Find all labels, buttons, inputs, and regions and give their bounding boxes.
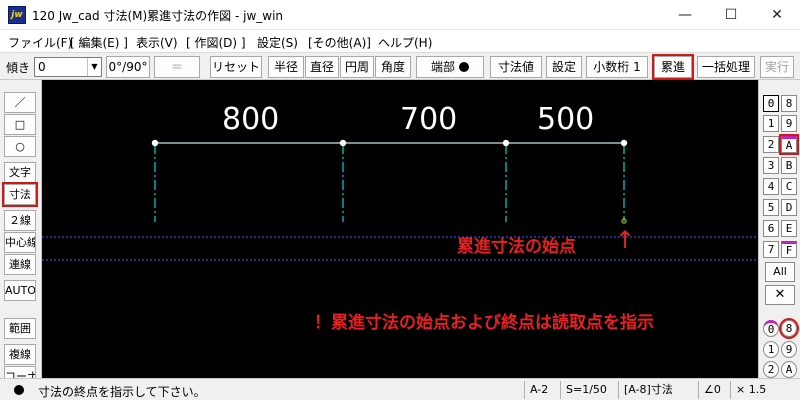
layer-group-0-button[interactable]: 0 [763, 95, 779, 112]
dimension-settings-button[interactable]: 設定 [546, 56, 582, 78]
circumference-button[interactable]: 円周 [340, 56, 374, 78]
toolbar: 傾き 0 ▼ 0°/90° ＝ リセット 半径 直径 円周 角度 端部 寸法値 … [0, 52, 800, 80]
layer-group-7-button[interactable]: 7 [763, 241, 779, 258]
layer-bottom-8-button[interactable]: 8 [779, 318, 799, 339]
menu-draw[interactable]: [ 作図(D) ] [186, 34, 246, 51]
center-line-tool-button[interactable]: 中心線 [4, 232, 36, 253]
status-message: 寸法の終点を指示して下さい。 [38, 385, 206, 399]
all-layers-button[interactable]: All [765, 262, 795, 282]
double-line-tool-button[interactable]: ２線 [4, 210, 36, 231]
decimal-places-button[interactable]: 小数桁 1 [586, 56, 648, 78]
dimension-value-button[interactable]: 寸法値 [490, 56, 542, 78]
layer-bottom-a-button[interactable]: A [781, 361, 797, 378]
layer-group-2-button[interactable]: 2 [763, 136, 779, 153]
layer-group-1-button[interactable]: 1 [763, 115, 779, 132]
batch-process-button[interactable]: 一括処理 [697, 56, 755, 78]
cumulative-button[interactable]: 累進 [652, 54, 694, 80]
diameter-button[interactable]: 直径 [305, 56, 339, 78]
left-tool-palette: ／ □ ○ 文字 寸法 ２線 中心線 連線 AUTO 範囲 複線 コーナー [0, 80, 42, 378]
layer-a-button[interactable]: A [779, 134, 799, 155]
layer-9-button[interactable]: 9 [781, 115, 797, 132]
instruction-note: ！累進寸法の始点および終点は読取点を指示 [314, 313, 654, 333]
menu-help[interactable]: ヘルプ(H) [378, 34, 432, 51]
status-bar: 寸法の終点を指示して下さい。 A-2 S=1/50 [A-8]寸法 ∠0 × 1… [0, 378, 800, 400]
guide-lines [42, 236, 758, 261]
chevron-down-icon: ▼ [87, 58, 101, 76]
close-icon[interactable]: ✕ [765, 285, 795, 305]
up-arrow-icon: ↑ [615, 226, 636, 254]
menu-settings[interactable]: 設定(S) [257, 34, 298, 51]
layer-c-button[interactable]: C [781, 178, 797, 195]
layer-e-button[interactable]: E [781, 220, 797, 237]
layer-f-button[interactable]: F [781, 241, 797, 258]
scale-cell[interactable]: S=1/50 [560, 381, 618, 399]
endpoint-button[interactable]: 端部 [416, 56, 484, 78]
menu-edit[interactable]: [ 編集(E) ] [70, 34, 128, 51]
connect-line-tool-button[interactable]: 連線 [4, 254, 36, 275]
line-tool-button[interactable]: ／ [4, 92, 36, 113]
text-tool-button[interactable]: 文字 [4, 162, 36, 183]
equal-button[interactable]: ＝ [154, 56, 200, 78]
layer-cell[interactable]: [A-8]寸法 [618, 381, 698, 399]
dimension-point-2 [339, 139, 347, 147]
extension-lines [154, 144, 625, 222]
corner-tool-button[interactable]: コーナー [4, 366, 36, 378]
menu-file[interactable]: ファイル(F) [8, 34, 72, 51]
tilt-value: 0 [38, 60, 46, 74]
dimension-label-2: 700 [400, 102, 458, 137]
execute-button[interactable]: 実行 [760, 56, 794, 78]
title-bar: jw 120 Jw_cad 寸法(M)累進寸法の作図 - jw_win — ☐ … [0, 0, 800, 30]
dimension-tool-button[interactable]: 寸法 [2, 182, 38, 207]
parallel-line-tool-button[interactable]: 複線 [4, 344, 36, 365]
layer-bottom-9-button[interactable]: 9 [781, 341, 797, 358]
menu-other[interactable]: [その他(A)] [308, 34, 371, 51]
radius-button[interactable]: 半径 [268, 56, 304, 78]
auto-mode-button[interactable]: AUTO [4, 280, 36, 301]
layer-group-bottom-0-button[interactable]: 0 [763, 320, 779, 337]
maximize-button[interactable]: ☐ [708, 0, 754, 30]
window-title: 120 Jw_cad 寸法(M)累進寸法の作図 - jw_win [32, 9, 284, 23]
layer-8-button[interactable]: 8 [781, 95, 797, 112]
angle-cell[interactable]: ∠0 [698, 381, 730, 399]
circle-tool-button[interactable]: ○ [4, 136, 36, 157]
dimension-point-4 [620, 139, 628, 147]
layer-d-button[interactable]: D [781, 199, 797, 216]
layer-group-4-button[interactable]: 4 [763, 178, 779, 195]
dimension-label-3: 500 [537, 102, 595, 137]
dot-icon [459, 62, 469, 72]
dimension-label-1: 800 [222, 102, 280, 137]
app-icon: jw [8, 6, 26, 24]
reset-button[interactable]: リセット [210, 56, 262, 78]
layer-b-button[interactable]: B [781, 157, 797, 174]
angle-mode-button[interactable]: 角度 [375, 56, 411, 78]
close-button[interactable]: ✕ [754, 0, 800, 30]
status-dot-icon [14, 385, 24, 395]
paper-size-cell[interactable]: A-2 [524, 381, 560, 399]
layer-group-bottom-1-button[interactable]: 1 [763, 341, 779, 358]
rectangle-tool-button[interactable]: □ [4, 114, 36, 135]
layer-group-3-button[interactable]: 3 [763, 157, 779, 174]
layer-group-bottom-2-button[interactable]: 2 [763, 361, 779, 378]
range-tool-button[interactable]: 範囲 [4, 318, 36, 339]
start-point-note: 累進寸法の始点 [457, 237, 576, 257]
tilt-label: 傾き [6, 61, 31, 75]
zoom-cell[interactable]: × 1.5 [730, 381, 800, 399]
menu-bar: ファイル(F) [ 編集(E) ] 表示(V) [ 作図(D) ] 設定(S) … [0, 30, 800, 52]
minimize-button[interactable]: — [662, 0, 708, 30]
dimension-point-1 [151, 139, 159, 147]
dimension-point-3 [502, 139, 510, 147]
layer-group-5-button[interactable]: 5 [763, 199, 779, 216]
endpoint-label: 端部 [430, 60, 455, 74]
angle-toggle-button[interactable]: 0°/90° [106, 56, 150, 78]
menu-view[interactable]: 表示(V) [136, 34, 178, 51]
drawing-canvas[interactable]: 800 700 500 累進寸法の始点 ↑ ！累進寸法の始点および終点は読取点を… [42, 80, 758, 378]
tilt-select[interactable]: 0 ▼ [34, 57, 102, 77]
layer-group-6-button[interactable]: 6 [763, 220, 779, 237]
